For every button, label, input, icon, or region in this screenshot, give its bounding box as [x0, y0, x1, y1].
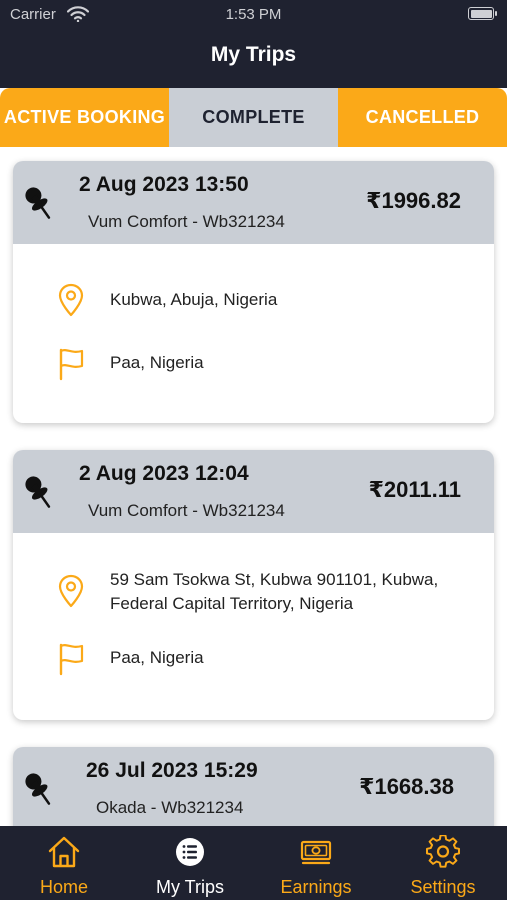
tab-complete[interactable]: COMPLETE [169, 88, 338, 147]
trip-card-header: 2 Aug 2023 12:04 Vum Comfort - Wb321234 … [13, 450, 494, 533]
trip-vehicle: Okada - Wb321234 [96, 798, 244, 817]
trip-vehicle: Vum Comfort - Wb321234 [88, 212, 285, 231]
nav-settings[interactable]: Settings [380, 826, 506, 900]
trip-list[interactable]: 2 Aug 2023 13:50 Vum Comfort - Wb321234 … [0, 147, 507, 826]
pushpin-icon [25, 773, 51, 805]
dropoff-address: Paa, Nigeria [110, 648, 204, 667]
trip-price: ₹2011.11 [368, 477, 461, 502]
dropoff-address: Paa, Nigeria [110, 353, 204, 372]
trip-card[interactable]: 2 Aug 2023 13:50 Vum Comfort - Wb321234 … [13, 161, 494, 423]
nav-my-trips-label: My Trips [155, 877, 224, 897]
trip-price: ₹1996.82 [366, 188, 461, 213]
trip-card[interactable]: 26 Jul 2023 15:29 Okada - Wb321234 ₹1668… [13, 747, 494, 826]
tab-cancelled[interactable]: CANCELLED [338, 88, 507, 147]
location-pin-icon [58, 574, 84, 608]
location-pin-icon [58, 283, 84, 317]
nav-home[interactable]: Home [1, 826, 127, 900]
home-icon [48, 836, 80, 868]
status-time: 1:53 PM [225, 6, 282, 23]
trip-status-tabs: ACTIVE BOOKING COMPLETE CANCELLED [0, 88, 507, 147]
nav-home-label: Home [39, 877, 88, 897]
trip-datetime: 26 Jul 2023 15:29 [86, 759, 258, 782]
status-bar: Carrier 1:53 PM [0, 0, 507, 30]
trip-price: ₹1668.38 [359, 774, 454, 799]
pickup-address: 59 Sam Tsokwa St, Kubwa 901101, Kubwa, F… [110, 570, 439, 613]
money-icon [300, 840, 332, 865]
trip-card-header: 2 Aug 2023 13:50 Vum Comfort - Wb321234 … [13, 161, 494, 244]
page-title: My Trips [210, 43, 297, 66]
trip-card[interactable]: 2 Aug 2023 12:04 Vum Comfort - Wb321234 … [13, 450, 494, 720]
bottom-nav: Home My Trips Earnings Settings [0, 826, 507, 900]
top-bar: Carrier 1:53 PM My Trips [0, 0, 507, 88]
trip-card-header: 26 Jul 2023 15:29 Okada - Wb321234 ₹1668… [13, 747, 494, 826]
list-icon [176, 838, 204, 866]
nav-my-trips[interactable]: My Trips [127, 826, 253, 900]
trip-datetime: 2 Aug 2023 13:50 [79, 173, 249, 196]
pickup-address: Kubwa, Abuja, Nigeria [110, 290, 278, 309]
gear-icon [426, 835, 460, 868]
trip-datetime: 2 Aug 2023 12:04 [79, 462, 249, 485]
trip-vehicle: Vum Comfort - Wb321234 [88, 501, 285, 520]
flag-icon [59, 643, 84, 676]
flag-icon [59, 348, 84, 381]
tab-active-booking[interactable]: ACTIVE BOOKING [0, 88, 169, 147]
battery-icon [468, 7, 497, 20]
pushpin-icon [25, 187, 51, 219]
nav-earnings-label: Earnings [280, 877, 352, 897]
pushpin-icon [25, 476, 51, 508]
nav-settings-label: Settings [410, 877, 476, 897]
nav-earnings[interactable]: Earnings [253, 826, 379, 900]
